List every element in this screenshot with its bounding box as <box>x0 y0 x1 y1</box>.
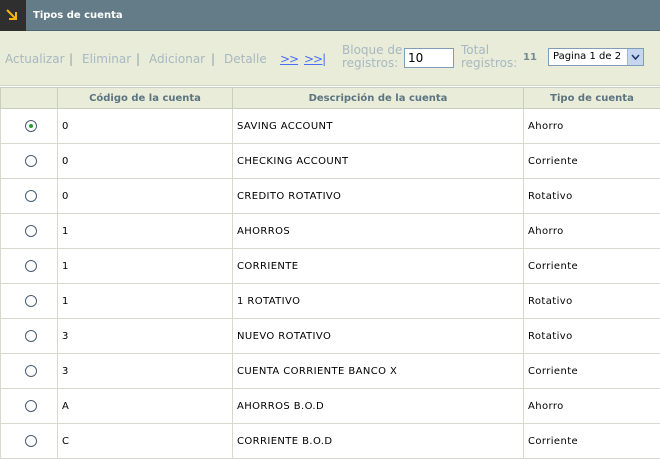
next-page-link[interactable]: >> <box>280 52 299 66</box>
table-row[interactable]: 0 SAVING ACCOUNT Ahorro <box>0 108 660 144</box>
cell-tipo: Rotativo <box>523 283 660 319</box>
chevron-down-icon[interactable] <box>627 49 643 65</box>
account-types-table: Código de la cuenta Descripción de la cu… <box>0 87 660 459</box>
cell-tipo: Corriente <box>523 143 660 179</box>
row-select-cell <box>0 248 58 284</box>
row-select-radio[interactable] <box>25 330 37 342</box>
cell-codigo: 3 <box>57 318 233 354</box>
row-select-radio[interactable] <box>25 225 37 237</box>
cell-tipo: Corriente <box>523 353 660 389</box>
actualizar-button[interactable]: Actualizar <box>5 52 65 66</box>
row-select-radio[interactable] <box>25 120 37 132</box>
cell-codigo: 1 <box>57 213 233 249</box>
row-select-cell <box>0 318 58 354</box>
table-row[interactable]: 3 CUENTA CORRIENTE BANCO X Corriente <box>0 353 660 389</box>
detalle-button[interactable]: Detalle <box>224 52 267 66</box>
cell-tipo: Rotativo <box>523 178 660 214</box>
block-size-label: Bloque de registros: <box>342 43 403 70</box>
cell-descripcion: NUEVO ROTATIVO <box>232 318 524 354</box>
row-select-radio[interactable] <box>25 260 37 272</box>
cell-codigo: C <box>57 423 233 459</box>
total-records-value: 11 <box>523 52 537 63</box>
cell-descripcion: SAVING ACCOUNT <box>232 108 524 144</box>
cell-tipo: Rotativo <box>523 318 660 354</box>
toolbar-separator: | <box>211 52 216 66</box>
table-body: 0 SAVING ACCOUNT Ahorro 0 CHECKING ACCOUNT Co… <box>0 108 660 459</box>
row-select-cell <box>0 213 58 249</box>
row-select-radio[interactable] <box>25 400 37 412</box>
row-select-radio[interactable] <box>25 435 37 447</box>
title-bar: Tipos de cuenta <box>0 0 660 31</box>
cell-tipo: Corriente <box>523 248 660 284</box>
row-select-cell <box>0 143 58 179</box>
row-select-cell <box>0 423 58 459</box>
cell-descripcion: 1 ROTATIVO <box>232 283 524 319</box>
table-row[interactable]: 0 CREDITO ROTATIVO Rotativo <box>0 178 660 214</box>
row-select-cell <box>0 388 58 424</box>
cell-tipo: Ahorro <box>523 213 660 249</box>
column-header-codigo[interactable]: Código de la cuenta <box>57 87 233 109</box>
table-row[interactable]: A AHORROS B.O.D Ahorro <box>0 388 660 424</box>
cell-tipo: Ahorro <box>523 388 660 424</box>
cell-tipo: Ahorro <box>523 108 660 144</box>
cell-codigo: 3 <box>57 353 233 389</box>
eliminar-button[interactable]: Eliminar <box>82 52 131 66</box>
page-select-value: Pagina 1 de 2 <box>553 51 622 62</box>
cell-descripcion: CORRIENTE <box>232 248 524 284</box>
column-header-select <box>0 87 58 109</box>
cell-codigo: 0 <box>57 143 233 179</box>
row-select-cell <box>0 353 58 389</box>
cell-descripcion: CHECKING ACCOUNT <box>232 143 524 179</box>
row-select-radio[interactable] <box>25 155 37 167</box>
page-select[interactable]: Pagina 1 de 2 <box>548 48 644 66</box>
row-select-radio[interactable] <box>25 295 37 307</box>
total-records-label: Total registros: <box>461 43 518 70</box>
column-header-descripcion[interactable]: Descripción de la cuenta <box>232 87 524 109</box>
table-row[interactable]: 11 ROTATIVO Rotativo <box>0 283 660 319</box>
table-row[interactable]: 1 CORRIENTE Corriente <box>0 248 660 284</box>
cell-codigo: 1 <box>57 248 233 284</box>
row-select-cell <box>0 178 58 214</box>
cell-codigo: A <box>57 388 233 424</box>
cell-descripcion: CREDITO ROTATIVO <box>232 178 524 214</box>
window-title: Tipos de cuenta <box>33 10 123 21</box>
adicionar-button[interactable]: Adicionar <box>149 52 205 66</box>
table-row[interactable]: 1 AHORROS Ahorro <box>0 213 660 249</box>
row-select-cell <box>0 283 58 319</box>
toolbar-separator: | <box>69 52 74 66</box>
cell-descripcion: AHORROS <box>232 213 524 249</box>
table-header-row: Código de la cuenta Descripción de la cu… <box>0 87 660 109</box>
cell-descripcion: AHORROS B.O.D <box>232 388 524 424</box>
cell-codigo: 1 <box>57 283 233 319</box>
row-select-radio[interactable] <box>25 190 37 202</box>
expand-arrow-icon[interactable] <box>0 0 26 31</box>
cell-tipo: Corriente <box>523 423 660 459</box>
cell-codigo: 0 <box>57 108 233 144</box>
block-size-input[interactable] <box>404 48 454 68</box>
toolbar-separator: | <box>136 52 141 66</box>
row-select-cell <box>0 108 58 144</box>
table-row[interactable]: C CORRIENTE B.O.D Corriente <box>0 423 660 459</box>
cell-codigo: 0 <box>57 178 233 214</box>
cell-descripcion: CUENTA CORRIENTE BANCO X <box>232 353 524 389</box>
cell-descripcion: CORRIENTE B.O.D <box>232 423 524 459</box>
column-header-tipo[interactable]: Tipo de cuenta <box>523 87 660 109</box>
table-row[interactable]: 3 NUEVO ROTATIVO Rotativo <box>0 318 660 354</box>
row-select-radio[interactable] <box>25 365 37 377</box>
table-row[interactable]: 0 CHECKING ACCOUNT Corriente <box>0 143 660 179</box>
last-page-link[interactable]: >>| <box>304 52 326 66</box>
